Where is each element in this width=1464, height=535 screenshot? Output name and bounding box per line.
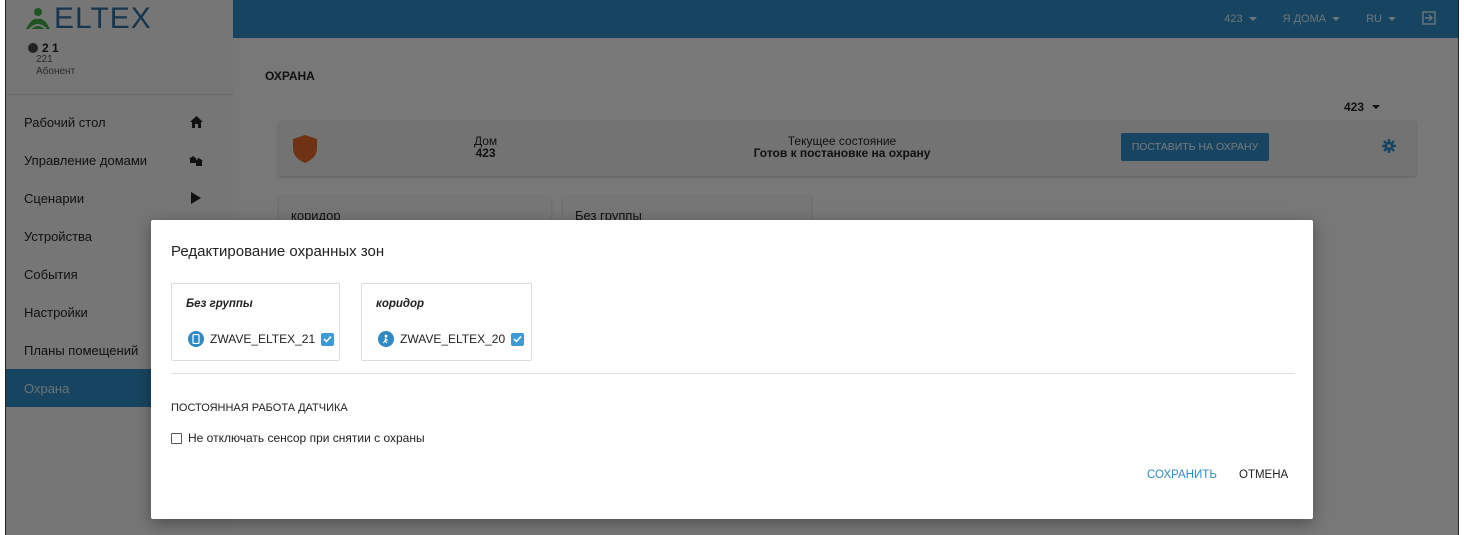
- edit-zones-dialog: Редактирование охранных зон Без группы Z…: [151, 220, 1313, 519]
- save-button[interactable]: СОХРАНИТЬ: [1147, 469, 1217, 481]
- device-name: ZWAVE_ELTEX_20: [400, 332, 506, 346]
- zone-title: Без группы: [186, 298, 253, 310]
- permanent-sensor-checkbox[interactable]: [171, 432, 182, 444]
- device-checkbox[interactable]: [321, 332, 335, 346]
- dialog-title: Редактирование охранных зон: [171, 243, 385, 260]
- device-name: ZWAVE_ELTEX_21: [210, 332, 316, 346]
- motion-sensor-icon: [378, 331, 394, 347]
- zone-corridor: коридор ZWAVE_ELTEX_20: [361, 283, 532, 361]
- permanent-sensor-title: ПОСТОЯННАЯ РАБОТА ДАТЧИКА: [171, 402, 348, 414]
- dialog-divider: [171, 373, 1295, 374]
- zone-device: ZWAVE_ELTEX_20: [378, 331, 525, 347]
- app-frame: ELTEX 2 1 221 Абонент Рабочий стол Управ…: [5, 0, 1459, 535]
- device-checkbox[interactable]: [511, 332, 525, 346]
- zone-device: ZWAVE_ELTEX_21: [188, 331, 335, 347]
- permanent-sensor-label: Не отключать сенсор при снятии с охраны: [188, 431, 425, 445]
- cancel-button[interactable]: ОТМЕНА: [1239, 469, 1288, 481]
- zone-title: коридор: [376, 298, 425, 310]
- permanent-sensor-option[interactable]: Не отключать сенсор при снятии с охраны: [171, 431, 425, 445]
- door-sensor-icon: [188, 331, 204, 347]
- zone-no-group: Без группы ZWAVE_ELTEX_21: [171, 283, 340, 361]
